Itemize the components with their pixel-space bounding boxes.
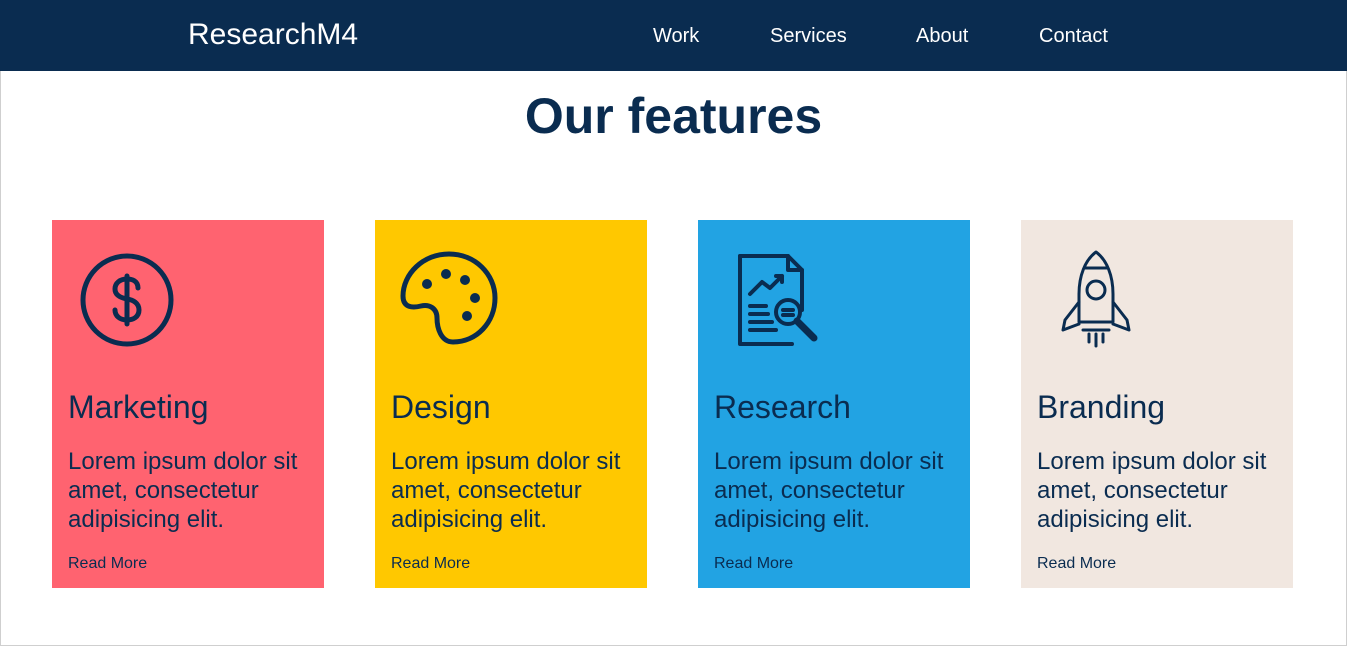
palette-icon bbox=[399, 248, 499, 348]
card-title: Marketing bbox=[68, 389, 209, 425]
feature-card-branding: Branding Lorem ipsum dolor sit amet, con… bbox=[1021, 220, 1293, 588]
read-more-link[interactable]: Read More bbox=[68, 554, 147, 574]
report-magnifier-icon bbox=[722, 248, 822, 348]
feature-card-design: Design Lorem ipsum dolor sit amet, conse… bbox=[375, 220, 647, 588]
card-title: Design bbox=[391, 389, 491, 425]
card-text: Lorem ipsum dolor sit amet, consectetur … bbox=[391, 448, 621, 533]
card-text: Lorem ipsum dolor sit amet, consectetur … bbox=[1037, 448, 1267, 533]
read-more-link[interactable]: Read More bbox=[714, 554, 793, 574]
rocket-icon bbox=[1045, 248, 1145, 348]
card-title: Branding bbox=[1037, 389, 1166, 425]
navbar: ResearchM4 Work Services About Contact bbox=[0, 0, 1347, 71]
read-more-link[interactable]: Read More bbox=[1037, 554, 1116, 574]
card-text: Lorem ipsum dolor sit amet, consectetur … bbox=[68, 448, 298, 533]
card-text: Lorem ipsum dolor sit amet, consectetur … bbox=[714, 448, 944, 533]
nav-link-about[interactable]: About bbox=[916, 24, 968, 48]
nav-link-contact[interactable]: Contact bbox=[1039, 24, 1108, 48]
nav-link-work[interactable]: Work bbox=[653, 24, 699, 48]
feature-card-marketing: Marketing Lorem ipsum dolor sit amet, co… bbox=[52, 220, 324, 588]
card-title: Research bbox=[714, 389, 851, 425]
read-more-link[interactable]: Read More bbox=[391, 554, 470, 574]
nav-link-services[interactable]: Services bbox=[770, 24, 847, 48]
dollar-circle-icon bbox=[76, 248, 176, 348]
feature-card-research: Research Lorem ipsum dolor sit amet, con… bbox=[698, 220, 970, 588]
brand-logo[interactable]: ResearchM4 bbox=[188, 17, 358, 53]
page-title: Our features bbox=[524, 88, 823, 144]
